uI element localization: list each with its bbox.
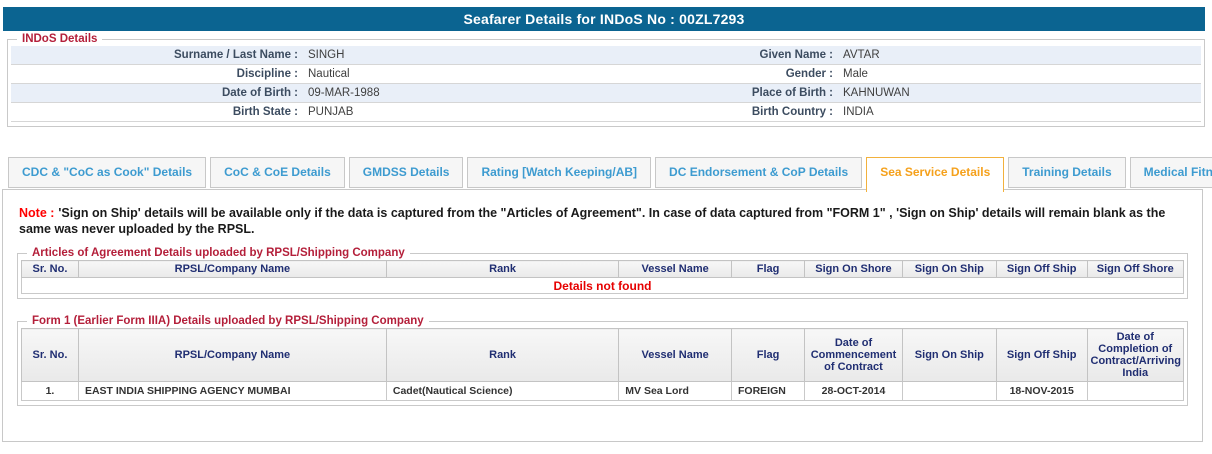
tab-training[interactable]: Training Details bbox=[1008, 157, 1125, 188]
column-header: Rank bbox=[386, 329, 618, 382]
articles-legend: Articles of Agreement Details uploaded b… bbox=[27, 247, 410, 259]
articles-table: Sr. No.RPSL/Company NameRankVessel NameF… bbox=[21, 260, 1184, 294]
indos-row: Discipline :NauticalGender :Male bbox=[11, 65, 1201, 84]
table-cell: FOREIGN bbox=[731, 382, 804, 401]
indos-details-legend: INDoS Details bbox=[17, 33, 102, 45]
table-cell: 1. bbox=[22, 382, 79, 401]
indos-rows: Surname / Last Name :SINGHGiven Name :AV… bbox=[11, 46, 1201, 122]
column-header: Vessel Name bbox=[619, 261, 732, 278]
articles-of-agreement-fieldset: Articles of Agreement Details uploaded b… bbox=[17, 247, 1188, 299]
note: Note :'Sign on Ship' details will be ava… bbox=[19, 205, 1184, 237]
empty-row: Details not found bbox=[22, 278, 1184, 294]
table-cell bbox=[1087, 382, 1183, 401]
field-label: Birth State : bbox=[11, 103, 303, 121]
field-label: Birth Country : bbox=[623, 103, 838, 121]
tab-sea-service[interactable]: Sea Service Details bbox=[866, 157, 1004, 192]
table-cell: 18-NOV-2015 bbox=[996, 382, 1087, 401]
column-header: Sign On Ship bbox=[902, 329, 996, 382]
field-value: 09-MAR-1988 bbox=[303, 84, 623, 102]
note-text: 'Sign on Ship' details will be available… bbox=[19, 206, 1165, 236]
indos-row: Birth State :PUNJABBirth Country :INDIA bbox=[11, 103, 1201, 122]
table-cell: EAST INDIA SHIPPING AGENCY MUMBAI bbox=[78, 382, 386, 401]
field-value: AVTAR bbox=[838, 46, 1201, 64]
column-header: Vessel Name bbox=[619, 329, 732, 382]
table-cell: 28-OCT-2014 bbox=[805, 382, 903, 401]
field-value: Male bbox=[838, 65, 1201, 83]
form1-table: Sr. No.RPSL/Company NameRankVessel NameF… bbox=[21, 328, 1184, 401]
indos-row: Date of Birth :09-MAR-1988Place of Birth… bbox=[11, 84, 1201, 103]
tab-dc-endorsement-cop[interactable]: DC Endorsement & CoP Details bbox=[655, 157, 862, 188]
tab-strip: CDC & "CoC as Cook" DetailsCoC & CoE Det… bbox=[8, 157, 1212, 192]
sea-service-tab-panel: Note :'Sign on Ship' details will be ava… bbox=[2, 189, 1203, 442]
tab-coc-coe[interactable]: CoC & CoE Details bbox=[210, 157, 345, 188]
seafarer-details-page: Seafarer Details for INDoS No : 00ZL7293… bbox=[0, 0, 1212, 454]
tab-rating-watch-keeping-ab[interactable]: Rating [Watch Keeping/AB] bbox=[467, 157, 651, 188]
column-header: Flag bbox=[731, 261, 804, 278]
column-header: Sr. No. bbox=[22, 329, 79, 382]
table-cell bbox=[902, 382, 996, 401]
column-header: Sign On Shore bbox=[805, 261, 903, 278]
field-label: Date of Birth : bbox=[11, 84, 303, 102]
note-prefix: Note : bbox=[19, 206, 54, 220]
column-header: Sign Off Ship bbox=[996, 329, 1087, 382]
page-title: Seafarer Details for INDoS No : 00ZL7293 bbox=[3, 7, 1205, 31]
table-cell: MV Sea Lord bbox=[619, 382, 732, 401]
column-header: RPSL/Company Name bbox=[78, 329, 386, 382]
field-label: Place of Birth : bbox=[623, 84, 838, 102]
indos-row: Surname / Last Name :SINGHGiven Name :AV… bbox=[11, 46, 1201, 65]
field-value: SINGH bbox=[303, 46, 623, 64]
field-value: PUNJAB bbox=[303, 103, 623, 121]
column-header: Sign Off Ship bbox=[996, 261, 1087, 278]
tab-medical-fitness[interactable]: Medical Fitness Certificate bbox=[1130, 157, 1212, 188]
indos-details-fieldset: INDoS Details Surname / Last Name :SINGH… bbox=[7, 33, 1205, 127]
column-header: Sign Off Shore bbox=[1087, 261, 1183, 278]
field-value: KAHNUWAN bbox=[838, 84, 1201, 102]
form1-legend: Form 1 (Earlier Form IIIA) Details uploa… bbox=[27, 315, 429, 327]
form1-fieldset: Form 1 (Earlier Form IIIA) Details uploa… bbox=[17, 315, 1188, 406]
column-header: Date of Completion of Contract/Arriving … bbox=[1087, 329, 1183, 382]
column-header: Sign On Ship bbox=[902, 261, 996, 278]
field-label: Discipline : bbox=[11, 65, 303, 83]
field-label: Given Name : bbox=[623, 46, 838, 64]
column-header: RPSL/Company Name bbox=[78, 261, 386, 278]
table-row: 1.EAST INDIA SHIPPING AGENCY MUMBAICadet… bbox=[22, 382, 1184, 401]
tab-cdc-coc-as-cook[interactable]: CDC & "CoC as Cook" Details bbox=[8, 157, 206, 188]
column-header: Sr. No. bbox=[22, 261, 79, 278]
field-label: Surname / Last Name : bbox=[11, 46, 303, 64]
empty-message: Details not found bbox=[22, 278, 1184, 294]
column-header: Date of Commencement of Contract bbox=[805, 329, 903, 382]
tab-gmdss[interactable]: GMDSS Details bbox=[349, 157, 464, 188]
field-label: Gender : bbox=[623, 65, 838, 83]
field-value: Nautical bbox=[303, 65, 623, 83]
field-value: INDIA bbox=[838, 103, 1201, 121]
column-header: Flag bbox=[731, 329, 804, 382]
column-header: Rank bbox=[386, 261, 618, 278]
table-cell: Cadet(Nautical Science) bbox=[386, 382, 618, 401]
